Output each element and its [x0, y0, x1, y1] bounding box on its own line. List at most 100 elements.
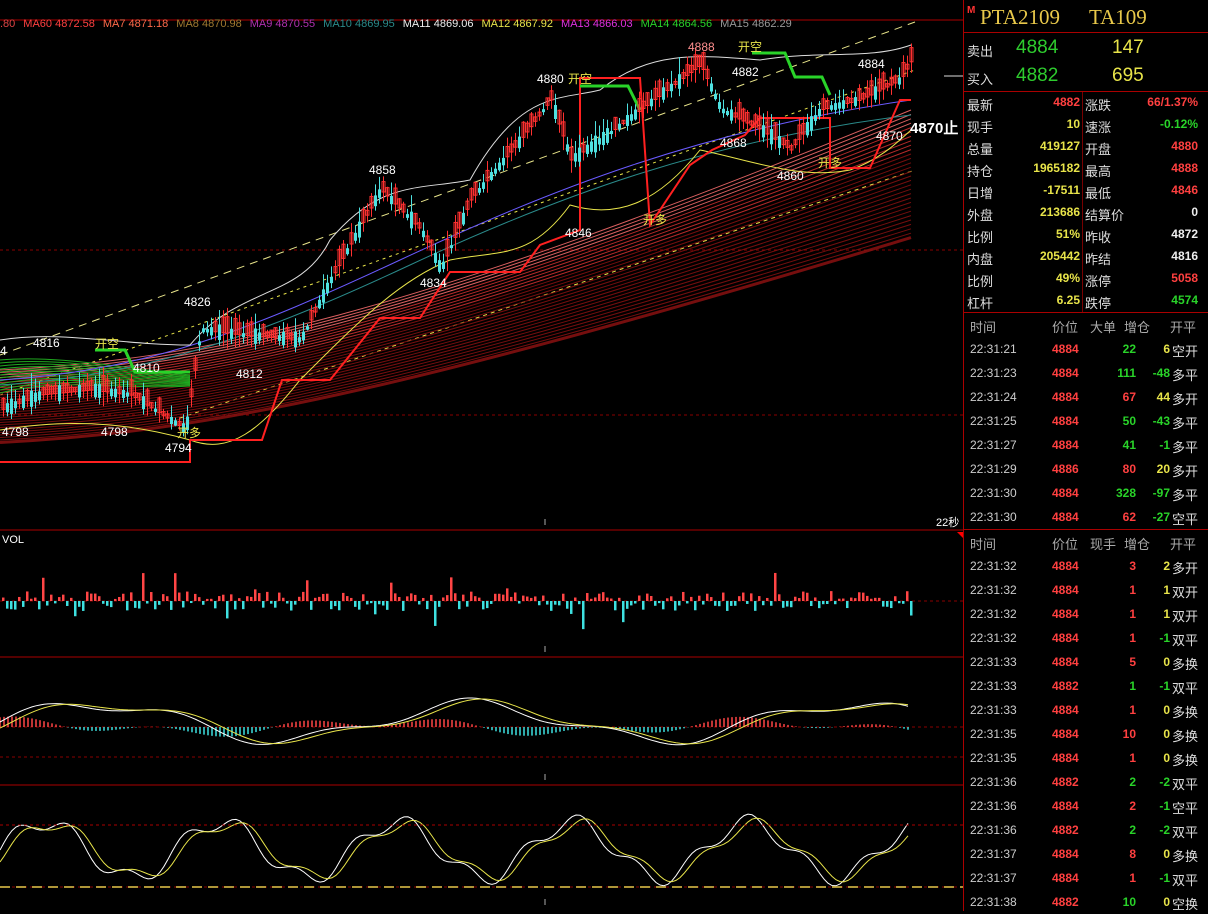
tick-row[interactable]: 22:31:35 4884 1 0 多换	[964, 746, 1208, 770]
tick-row[interactable]: 22:31:36 4882 2 -2 双平	[964, 770, 1208, 794]
tick-type: 多换	[1172, 849, 1199, 864]
tick-row[interactable]: 22:31:36 4884 2 -1 空平	[964, 794, 1208, 818]
tick-row[interactable]: 22:31:30 4884 328 -97 多平	[964, 481, 1208, 505]
tick-row[interactable]: 22:31:25 4884 50 -43 多平	[964, 409, 1208, 433]
tick-price: 4884	[1052, 703, 1079, 717]
tick-row[interactable]: 22:31:36 4882 2 -2 双平	[964, 818, 1208, 842]
tick-chg: 0	[1163, 727, 1170, 741]
candlestick-chart[interactable]: 4888 开空 4882 4884 4880 开空 4858 4868 4860…	[0, 0, 963, 911]
tick-price: 4884	[1052, 847, 1079, 861]
stat-left-3: 持仓 1965182	[967, 161, 1080, 179]
stat-right-3: 最高 4888	[1085, 161, 1198, 179]
ask-price: 4884	[1016, 37, 1059, 58]
tick-qty: 67	[1122, 390, 1136, 404]
tick-qty: 1	[1129, 631, 1136, 645]
stat-right-8: 涨停 5058	[1085, 271, 1198, 289]
instrument-code[interactable]: TA109	[1089, 5, 1147, 30]
label-kaikong-left: 开空	[95, 337, 119, 351]
tick-row[interactable]: 22:31:37 4884 8 0 多换	[964, 842, 1208, 866]
ma-legend-item: MA10 4869.95	[323, 18, 395, 30]
tick-row[interactable]: 22:31:27 4884 41 -1 多平	[964, 433, 1208, 457]
tick-row[interactable]: 22:31:29 4886 80 20 多开	[964, 457, 1208, 481]
label-4884: 4884	[858, 57, 885, 71]
tick-type: 多换	[1172, 705, 1199, 720]
tick-qty: 2	[1129, 799, 1136, 813]
tick-row[interactable]: 22:31:21 4884 22 6 空开	[964, 337, 1208, 361]
label-4858: 4858	[369, 163, 396, 177]
tick-time: 22:31:35	[970, 727, 1017, 741]
tick-time: 22:31:37	[970, 847, 1017, 861]
ma-legend-item: MA7 4871.18	[102, 18, 169, 30]
tick-qty: 328	[1115, 486, 1136, 500]
tick-price: 4884	[1052, 607, 1079, 621]
ask-quantity: 147	[1112, 37, 1144, 58]
tick-price: 4884	[1052, 799, 1079, 813]
tick-row[interactable]: 22:31:32 4884 1 -1 双平	[964, 626, 1208, 650]
tick-qty: 2	[1129, 823, 1136, 837]
stat-right-6: 昨收 4872	[1085, 227, 1198, 245]
tick-type: 双开	[1172, 585, 1199, 600]
tick-qty: 62	[1122, 510, 1136, 524]
tick-chg: -48	[1152, 366, 1170, 380]
tick-row[interactable]: 22:31:23 4884 111 -48 多平	[964, 361, 1208, 385]
tick-row[interactable]: 22:31:32 4884 1 1 双开	[964, 602, 1208, 626]
instrument-header: M PTA2109 TA109	[964, 0, 1208, 33]
tick-price: 4884	[1052, 727, 1079, 741]
tick-price: 4882	[1052, 895, 1079, 909]
bid-ask-panel: 卖出 4884 147 买入 4882 695	[964, 33, 1208, 92]
bid-row[interactable]: 买入 4882 695	[964, 63, 1208, 91]
tick-chg: 0	[1163, 895, 1170, 909]
tick-chg: 0	[1163, 751, 1170, 765]
tick-row[interactable]: 22:31:32 4884 3 2 多开	[964, 554, 1208, 578]
stat-left-0: 最新 4882	[967, 95, 1080, 113]
tick-row[interactable]: 22:31:33 4882 1 -1 双平	[964, 674, 1208, 698]
tick-qty: 1	[1129, 679, 1136, 693]
tick-time: 22:31:30	[970, 486, 1017, 500]
big-order-list[interactable]: 22:31:21 4884 22 6 空开 22:31:23 4884 111 -48 多平 22:…	[964, 337, 1208, 529]
tick-qty: 8	[1129, 847, 1136, 861]
tick-qty: 111	[1117, 366, 1136, 380]
tick-time: 22:31:32	[970, 631, 1017, 645]
tick-chg: -1	[1159, 438, 1170, 452]
tick-row[interactable]: 22:31:35 4884 10 0 多换	[964, 722, 1208, 746]
tick-time: 22:31:27	[970, 438, 1017, 452]
tick-type: 双平	[1172, 873, 1199, 888]
tick-qty: 3	[1129, 559, 1136, 573]
tick-row[interactable]: 22:31:32 4884 1 1 双开	[964, 578, 1208, 602]
quote-panel: M PTA2109 TA109 卖出 4884 147 买入 4882 695 …	[963, 0, 1208, 914]
tick-type: 多平	[1172, 416, 1199, 431]
label-4798-a: 4798	[2, 425, 29, 439]
tick-price: 4884	[1052, 559, 1079, 573]
tick-time: 22:31:37	[970, 871, 1017, 885]
tick-row[interactable]: 22:31:24 4884 67 44 多开	[964, 385, 1208, 409]
tick-price: 4884	[1052, 438, 1079, 452]
stat-right-5: 结算价 0	[1085, 205, 1198, 223]
tick-type: 空开	[1172, 344, 1199, 359]
instrument-symbol[interactable]: PTA2109	[980, 5, 1060, 30]
stat-left-4: 日增 -17511	[967, 183, 1080, 201]
tick-row[interactable]: 22:31:33 4884 1 0 多换	[964, 698, 1208, 722]
tick-price: 4884	[1052, 631, 1079, 645]
ma-legend-item: .80	[0, 18, 16, 30]
tick-row[interactable]: 22:31:30 4884 62 -27 空平	[964, 505, 1208, 529]
tick-time: 22:31:36	[970, 823, 1017, 837]
chart-area[interactable]: .80 MA60 4872.58 MA7 4871.18 MA8 4870.98 MA9…	[0, 0, 963, 911]
ma-legend: .80 MA60 4872.58 MA7 4871.18 MA8 4870.98 MA9…	[0, 18, 800, 36]
tick-row[interactable]: 22:31:38 4882 10 0 空换	[964, 890, 1208, 914]
ma-legend-item: MA8 4870.98	[176, 18, 242, 30]
stat-left-2: 总量 419127	[967, 139, 1080, 157]
tick-price: 4884	[1052, 342, 1079, 356]
tick-chg: -2	[1159, 823, 1170, 837]
tick-time: 22:31:25	[970, 414, 1017, 428]
ask-label: 卖出	[967, 44, 994, 59]
tick-qty: 1	[1129, 607, 1136, 621]
tick-row[interactable]: 22:31:33 4884 5 0 多换	[964, 650, 1208, 674]
tick-time: 22:31:21	[970, 342, 1017, 356]
tick-price: 4884	[1052, 414, 1079, 428]
tick-type: 多换	[1172, 657, 1199, 672]
tick-type: 双平	[1172, 825, 1199, 840]
tick-list[interactable]: 22:31:32 4884 3 2 多开 22:31:32 4884 1 1 双开 22:31:32…	[964, 554, 1208, 914]
ask-row[interactable]: 卖出 4884 147	[964, 35, 1208, 63]
label-4882: 4882	[732, 65, 759, 79]
tick-row[interactable]: 22:31:37 4884 1 -1 双平	[964, 866, 1208, 890]
